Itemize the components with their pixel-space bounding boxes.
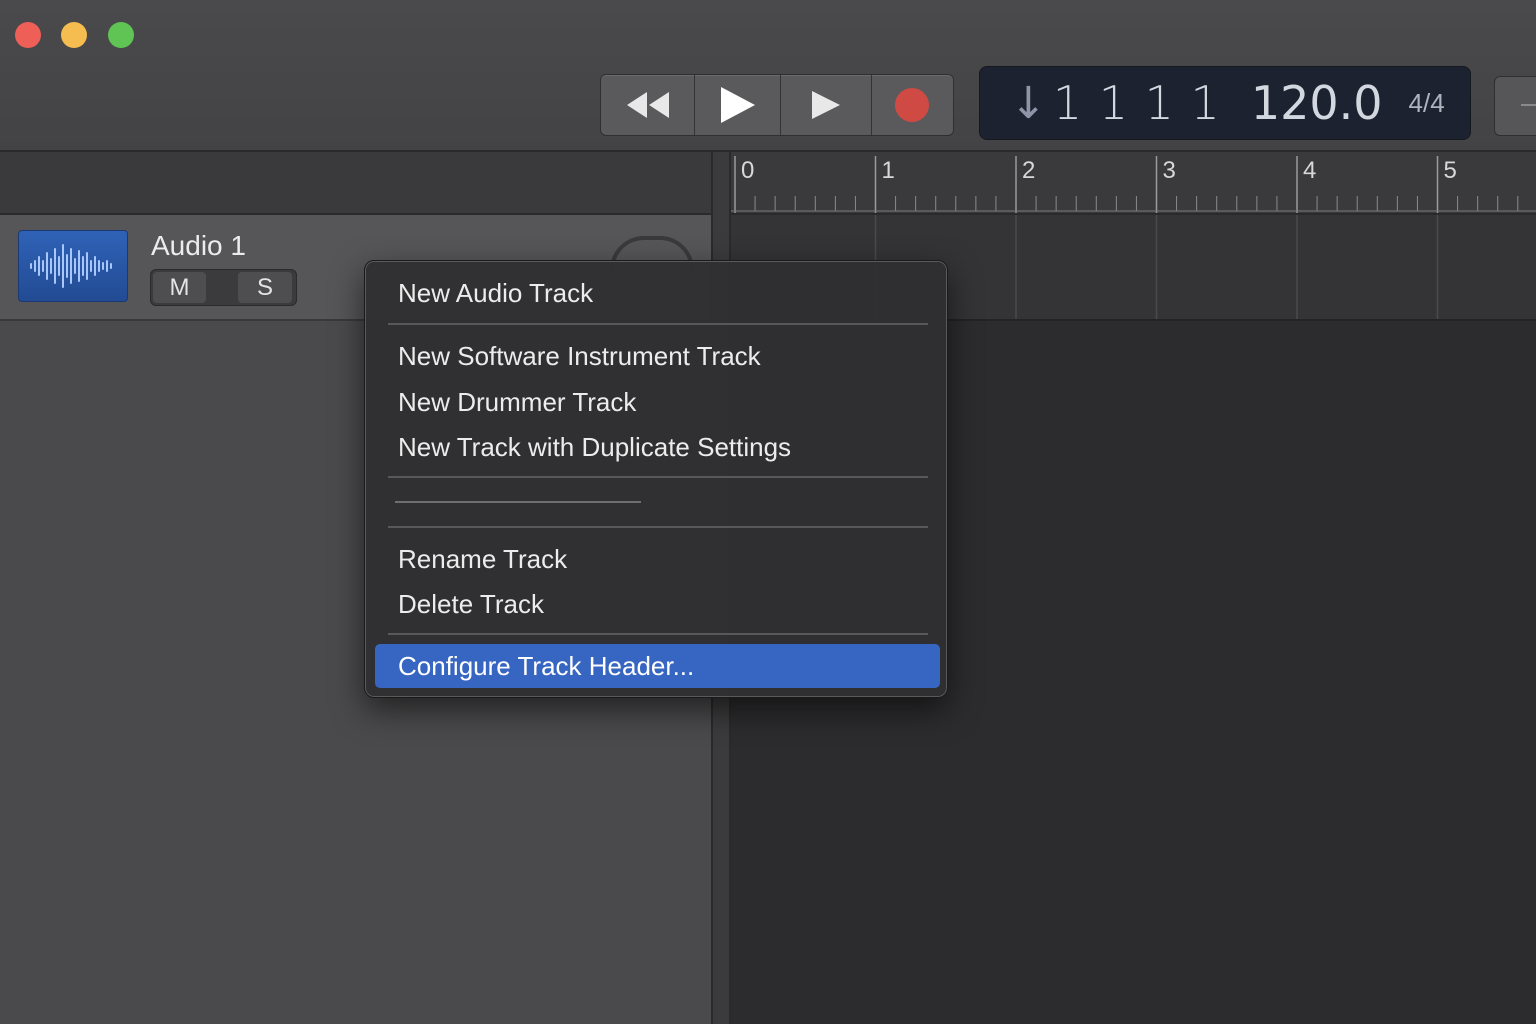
rewind-icon <box>626 92 669 118</box>
track-icon[interactable] <box>18 230 128 302</box>
down-arrow-icon: ↓ <box>1010 77 1047 129</box>
menu-item-new-track-duplicate-settings[interactable]: New Track with Duplicate Settings <box>398 432 791 463</box>
menu-separator <box>388 526 928 528</box>
library-button[interactable] <box>1494 76 1536 136</box>
rewind-button[interactable] <box>601 75 696 135</box>
mute-solo-group: M S <box>150 269 297 306</box>
mute-button[interactable]: M <box>153 272 206 303</box>
menu-separator <box>388 323 928 325</box>
time-signature[interactable]: 4/4 <box>1409 88 1445 119</box>
menu-item-new-audio-track[interactable]: New Audio Track <box>398 278 593 309</box>
menu-disabled-placeholder <box>395 501 641 503</box>
waveform-icon <box>30 244 112 288</box>
minimize-window-button[interactable] <box>61 22 87 48</box>
bar-number: 5 <box>1444 157 1457 184</box>
transport-controls <box>600 74 954 136</box>
bar-ruler[interactable]: 0 1 2 3 4 5 <box>731 152 1536 215</box>
toolbar: ↓ 1 1 1 1 120.0 4/4 <box>0 0 1536 152</box>
record-icon <box>895 88 930 122</box>
menu-item-configure-track-header[interactable]: Configure Track Header... <box>375 644 940 688</box>
menu-item-delete-track[interactable]: Delete Track <box>398 589 544 620</box>
bar-number: 0 <box>741 157 754 184</box>
context-menu: New Audio Track New Software Instrument … <box>364 260 948 698</box>
play-icon <box>720 87 755 123</box>
lcd-display[interactable]: ↓ 1 1 1 1 120.0 4/4 <box>979 66 1471 140</box>
bar-number: 3 <box>1163 157 1176 184</box>
ruler-ticks: 0 1 2 3 4 5 <box>731 156 1536 213</box>
solo-button[interactable]: S <box>238 272 292 303</box>
menu-item-new-drummer-track[interactable]: New Drummer Track <box>398 387 636 418</box>
close-window-button[interactable] <box>15 22 41 48</box>
maximize-window-button[interactable] <box>108 22 134 48</box>
menu-separator <box>388 476 928 478</box>
menu-separator <box>388 633 928 635</box>
menu-icon <box>1521 104 1536 106</box>
menu-item-rename-track[interactable]: Rename Track <box>398 544 567 575</box>
forward-button[interactable] <box>781 75 872 135</box>
track-header-strip <box>0 152 711 215</box>
bar-number: 1 <box>882 157 895 184</box>
bar-number: 4 <box>1303 157 1316 184</box>
forward-icon <box>812 91 841 119</box>
record-button[interactable] <box>872 75 953 135</box>
track-name[interactable]: Audio 1 <box>151 230 246 262</box>
playhead-position: 1 1 1 1 <box>1052 76 1221 130</box>
menu-item-new-software-instrument-track[interactable]: New Software Instrument Track <box>398 341 761 372</box>
tempo-display[interactable]: 120.0 <box>1251 76 1383 130</box>
bar-number: 2 <box>1022 157 1035 184</box>
play-button[interactable] <box>695 75 782 135</box>
